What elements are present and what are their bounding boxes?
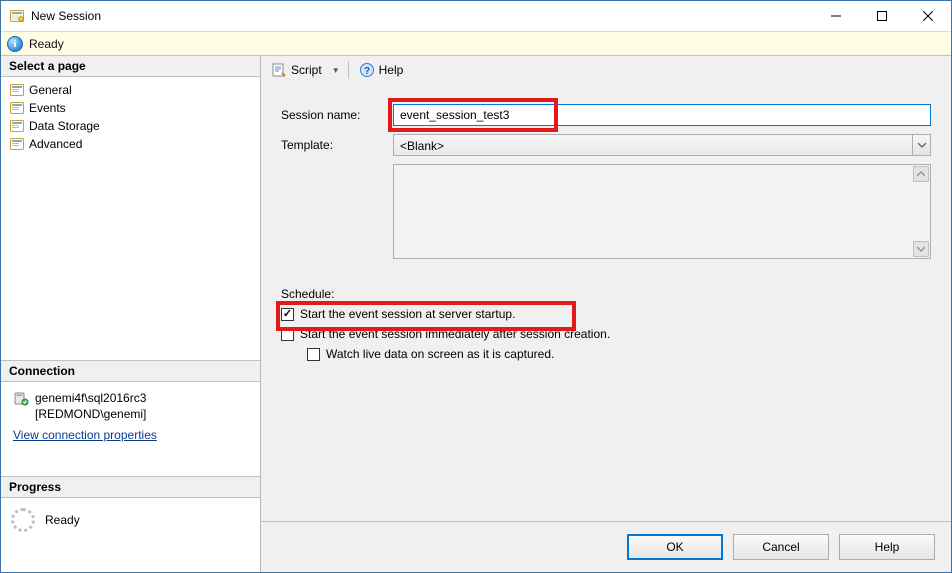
page-icon xyxy=(9,118,25,134)
schedule-watch-label: Watch live data on screen as it is captu… xyxy=(326,347,554,361)
left-pane: Select a page General Events xyxy=(1,56,261,572)
page-icon xyxy=(9,82,25,98)
schedule-watch-row: Watch live data on screen as it is captu… xyxy=(281,347,931,361)
page-label: General xyxy=(29,83,72,97)
schedule-startup-row: Start the event session at server startu… xyxy=(281,307,931,321)
select-page-header: Select a page xyxy=(1,56,260,77)
schedule-startup-checkbox[interactable] xyxy=(281,308,294,321)
close-button[interactable] xyxy=(905,1,951,31)
page-item-general[interactable]: General xyxy=(5,81,256,99)
script-label: Script xyxy=(291,63,322,77)
view-connection-properties-link[interactable]: View connection properties xyxy=(13,428,157,442)
progress-spinner-icon xyxy=(11,508,35,532)
new-session-dialog: New Session Ready Select a page Gene xyxy=(0,0,952,573)
connection-user: [REDMOND\genemi] xyxy=(35,406,146,422)
titlebar: New Session xyxy=(1,1,951,32)
script-icon xyxy=(271,62,287,78)
page-item-advanced[interactable]: Advanced xyxy=(5,135,256,153)
connection-group: genemi4f\sql2016rc3 [REDMOND\genemi] Vie… xyxy=(1,382,260,476)
button-bar: OK Cancel Help xyxy=(261,521,951,572)
connection-item: genemi4f\sql2016rc3 [REDMOND\genemi] xyxy=(5,386,256,422)
page-list: General Events Data Storage xyxy=(1,77,260,163)
schedule-startup-label: Start the event session at server startu… xyxy=(300,307,515,321)
page-label: Advanced xyxy=(29,137,82,151)
right-toolbar: Script ▼ ? Help xyxy=(261,56,951,84)
form-area: Session name: Template: <Blank> xyxy=(261,84,951,277)
help-button[interactable]: Help xyxy=(839,534,935,560)
progress-text: Ready xyxy=(45,513,80,527)
svg-text:?: ? xyxy=(364,66,370,77)
template-label: Template: xyxy=(281,138,393,152)
progress-group-header: Progress xyxy=(1,476,260,498)
help-toolbar-label: Help xyxy=(379,63,404,77)
page-icon xyxy=(9,100,25,116)
template-combo[interactable]: <Blank> xyxy=(393,134,931,156)
minimize-button[interactable] xyxy=(813,1,859,31)
connection-server: genemi4f\sql2016rc3 xyxy=(35,390,146,406)
status-strip: Ready xyxy=(1,32,951,56)
schedule-area: Schedule: Start the event session at ser… xyxy=(261,277,951,367)
dialog-body: Select a page General Events xyxy=(1,56,951,572)
scroll-down-button[interactable] xyxy=(913,241,929,257)
window-title: New Session xyxy=(31,9,101,23)
help-icon: ? xyxy=(359,62,375,78)
scroll-up-button[interactable] xyxy=(913,166,929,182)
status-text: Ready xyxy=(29,37,64,51)
description-row xyxy=(281,164,931,259)
script-button[interactable]: Script xyxy=(267,60,326,80)
app-icon xyxy=(9,8,25,24)
template-row: Template: <Blank> xyxy=(281,134,931,156)
session-name-input[interactable] xyxy=(393,104,931,126)
page-label: Events xyxy=(29,101,66,115)
session-name-row: Session name: xyxy=(281,104,931,126)
page-item-events[interactable]: Events xyxy=(5,99,256,117)
page-icon xyxy=(9,136,25,152)
template-description-box[interactable] xyxy=(393,164,931,259)
toolbar-separator xyxy=(348,61,349,79)
schedule-header: Schedule: xyxy=(281,287,931,301)
connection-group-header: Connection xyxy=(1,360,260,382)
page-item-data-storage[interactable]: Data Storage xyxy=(5,117,256,135)
script-dropdown-arrow[interactable]: ▼ xyxy=(330,66,342,75)
server-icon xyxy=(13,390,29,406)
right-pane: Script ▼ ? Help Session name: xyxy=(261,56,951,572)
help-toolbar-button[interactable]: ? Help xyxy=(355,60,408,80)
session-name-label: Session name: xyxy=(281,108,393,122)
page-label: Data Storage xyxy=(29,119,100,133)
info-icon xyxy=(7,36,23,52)
ok-button[interactable]: OK xyxy=(627,534,723,560)
chevron-down-icon[interactable] xyxy=(912,135,930,155)
progress-group: Ready xyxy=(1,498,260,542)
cancel-button[interactable]: Cancel xyxy=(733,534,829,560)
schedule-watch-checkbox[interactable] xyxy=(307,348,320,361)
maximize-button[interactable] xyxy=(859,1,905,31)
template-selected-value: <Blank> xyxy=(394,135,912,155)
